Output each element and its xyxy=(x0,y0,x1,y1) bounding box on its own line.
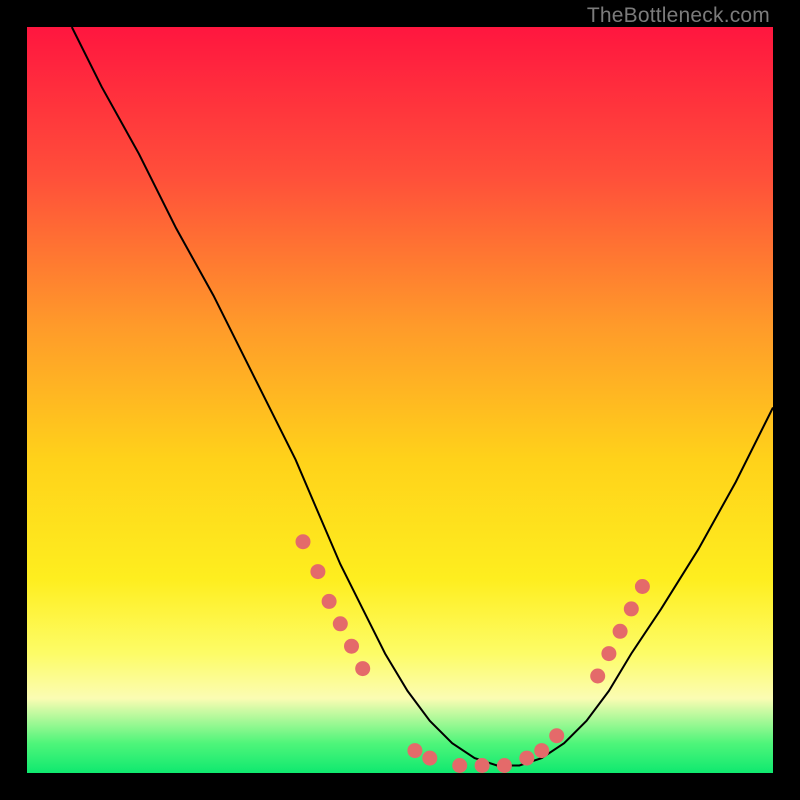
chart-marker xyxy=(497,758,512,773)
chart-curve xyxy=(72,27,773,766)
chart-marker xyxy=(534,743,549,758)
chart-svg xyxy=(27,27,773,773)
chart-marker xyxy=(624,601,639,616)
chart-marker xyxy=(519,751,534,766)
chart-plot-area xyxy=(27,27,773,773)
chart-marker xyxy=(296,534,311,549)
chart-marker xyxy=(613,624,628,639)
chart-marker xyxy=(322,594,337,609)
chart-marker xyxy=(601,646,616,661)
chart-marker xyxy=(407,743,422,758)
chart-marker xyxy=(590,669,605,684)
chart-marker xyxy=(344,639,359,654)
chart-marker xyxy=(355,661,370,676)
chart-marker xyxy=(310,564,325,579)
chart-marker xyxy=(452,758,467,773)
chart-marker xyxy=(333,616,348,631)
watermark-text: TheBottleneck.com xyxy=(587,4,770,28)
chart-marker xyxy=(635,579,650,594)
chart-marker xyxy=(549,728,564,743)
chart-frame: TheBottleneck.com xyxy=(0,0,800,800)
chart-marker xyxy=(422,751,437,766)
chart-markers xyxy=(296,534,650,773)
chart-marker xyxy=(475,758,490,773)
